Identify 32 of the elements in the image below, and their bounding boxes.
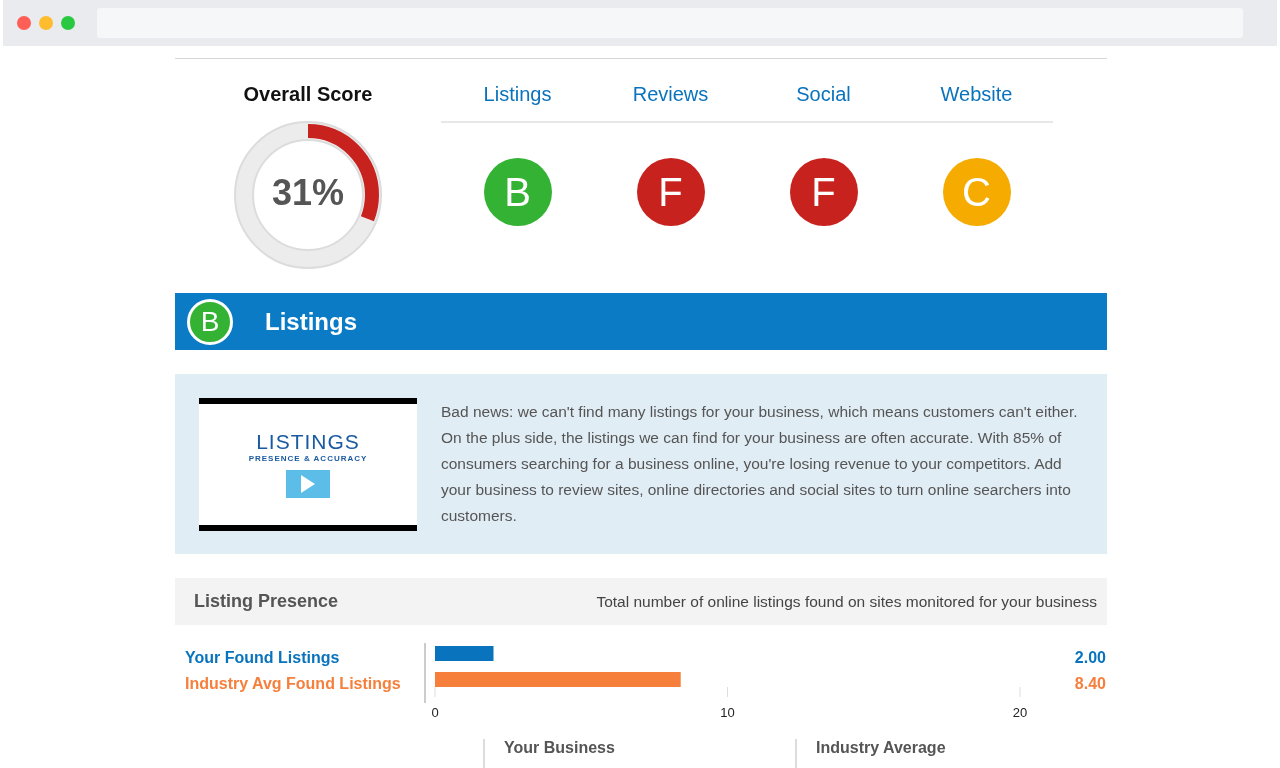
column-title: Industry Average xyxy=(816,739,947,757)
score-title: Overall Score xyxy=(243,83,373,106)
axis-tick-label: 0 xyxy=(431,705,439,720)
column-title: Your Business xyxy=(504,739,616,757)
play-button[interactable] xyxy=(286,469,330,498)
presence-subtitle: Total number of online listings found on sites monitored for your business xyxy=(596,592,1097,611)
grade-badge: F xyxy=(789,158,858,226)
category-tab[interactable]: Website xyxy=(940,83,1013,121)
video-title: LISTINGS xyxy=(256,430,360,453)
category-tab[interactable]: Listings xyxy=(483,83,552,121)
score-percentage: 31% xyxy=(270,172,346,214)
series-label: Your Found Listings xyxy=(185,649,340,666)
video-player[interactable]: LISTINGS PRESENCE & ACCURACY xyxy=(199,397,417,531)
category-tab[interactable]: Social xyxy=(796,83,851,121)
presence-title: Listing Presence xyxy=(194,591,339,612)
grade-badge: B xyxy=(483,158,552,226)
maximize-window-button[interactable] xyxy=(61,16,75,30)
description-text: Bad news: we can't find many listings for your business, which means customers can't either. On the plus side, the listings we can find for your business are often accurate. With 85% of consumers searching for a business online, you're losing revenue to your competitors. Add your business to review sites, online directories and social sites to turn online searchers into customers. xyxy=(441,402,1079,526)
value-label: 2.00 xyxy=(1074,649,1106,666)
grade-badge: F xyxy=(636,158,705,226)
video-subtitle: PRESENCE & ACCURACY xyxy=(248,452,368,464)
close-window-button[interactable] xyxy=(17,16,31,30)
grade-badge: B xyxy=(187,298,233,345)
grade-badge: C xyxy=(942,158,1011,226)
play-icon xyxy=(301,474,315,493)
value-label: 8.40 xyxy=(1074,675,1106,692)
category-tab[interactable]: Reviews xyxy=(632,83,709,121)
series-label: Industry Avg Found Listings xyxy=(185,675,401,692)
section-title: Listings xyxy=(265,307,357,336)
axis-tick-label: 20 xyxy=(1012,705,1028,720)
axis-tick-label: 10 xyxy=(720,705,735,720)
minimize-window-button[interactable] xyxy=(39,16,53,30)
